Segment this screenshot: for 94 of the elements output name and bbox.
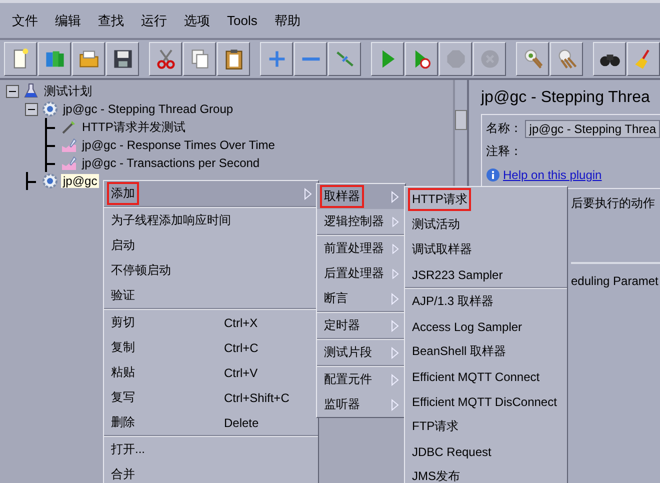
clear-button[interactable] xyxy=(516,42,549,76)
menu-item[interactable]: BeanShell 取样器 xyxy=(405,339,567,364)
menu-bar-item[interactable]: 编辑 xyxy=(55,12,81,30)
tree-node[interactable]: jp@gc - Stepping Thread Group xyxy=(61,102,236,116)
start-no-pause-button[interactable] xyxy=(405,42,438,76)
menu-item[interactable]: 剪切 Ctrl+X xyxy=(104,310,318,335)
submenu-arrow-icon xyxy=(391,374,399,386)
scissors-icon xyxy=(154,48,176,70)
menu-bar-item[interactable]: 帮助 xyxy=(274,12,300,30)
submenu-arrow-icon xyxy=(391,398,399,410)
menu-bar-item[interactable]: 运行 xyxy=(141,12,167,30)
submenu-arrow-icon xyxy=(391,320,399,332)
templates-button[interactable] xyxy=(38,42,71,76)
save-button[interactable] xyxy=(106,42,139,76)
section-title: eduling Paramet xyxy=(571,274,658,288)
menu-item[interactable]: 为子线程添加响应时间 xyxy=(104,208,318,233)
toggle-button[interactable] xyxy=(328,42,361,76)
menu-item[interactable]: 启动 xyxy=(104,233,318,258)
collapse-toggle[interactable] xyxy=(6,84,18,98)
copy-button[interactable] xyxy=(183,42,216,76)
menu-item[interactable]: 验证 xyxy=(104,283,318,308)
menu-item[interactable]: 配置元件 xyxy=(317,367,405,392)
menu-item[interactable]: 不停顿启动 xyxy=(104,258,318,283)
flask-icon xyxy=(23,83,39,99)
name-label: 名称： xyxy=(486,120,523,137)
menu-item[interactable]: FTP请求 xyxy=(405,414,567,439)
new-button[interactable] xyxy=(4,42,37,76)
menu-item[interactable]: 测试活动 xyxy=(405,212,567,237)
tree-node[interactable]: HTTP请求并发测试 xyxy=(80,118,188,136)
tree-node[interactable]: jp@gc - Response Times Over Time xyxy=(80,138,277,152)
menu-item[interactable]: JDBC Request xyxy=(405,439,567,464)
menu-item[interactable]: 监听器 xyxy=(317,392,405,417)
menu-bar-item[interactable]: 文件 xyxy=(12,12,38,30)
menu-item[interactable]: 定时器 xyxy=(317,313,405,338)
search-button[interactable] xyxy=(593,42,626,76)
expand-button[interactable] xyxy=(260,42,293,76)
menu-item[interactable]: 复写 Ctrl+Shift+C xyxy=(104,385,318,410)
cut-button[interactable] xyxy=(149,42,182,76)
menu-item[interactable]: 打开... xyxy=(104,437,318,462)
menu-item[interactable]: 添加 xyxy=(104,181,318,206)
submenu-arrow-icon xyxy=(392,216,399,228)
menu-item[interactable]: Access Log Sampler xyxy=(405,314,567,339)
split-handle[interactable] xyxy=(455,110,467,130)
comment-label: 注释： xyxy=(486,143,523,160)
reset-search-button[interactable] xyxy=(627,42,660,76)
section-title: 后要执行的动作 xyxy=(571,195,655,212)
menu-item[interactable]: 合并 xyxy=(104,462,318,483)
menu-bar-item[interactable]: Tools xyxy=(227,13,258,28)
menu-item[interactable]: JSR223 Sampler xyxy=(405,262,567,287)
menu-item[interactable]: 测试片段 xyxy=(317,340,405,365)
menu-item[interactable]: 取样器 xyxy=(317,184,405,209)
submenu-arrow-icon xyxy=(304,188,312,200)
chart-icon xyxy=(61,155,77,171)
menu-bar-item[interactable]: 选项 xyxy=(184,12,210,30)
clear-all-button[interactable] xyxy=(550,42,583,76)
menu-bar-item[interactable]: 查找 xyxy=(98,12,124,30)
collapse-toggle[interactable] xyxy=(24,102,38,116)
pipette-icon xyxy=(61,119,77,135)
paste-button[interactable] xyxy=(217,42,250,76)
menu-item[interactable]: 前置处理器 xyxy=(317,236,405,261)
gear-icon xyxy=(42,173,58,189)
minus-icon xyxy=(300,57,320,61)
open-button[interactable] xyxy=(72,42,105,76)
submenu-arrow-icon xyxy=(391,346,399,358)
menu-item[interactable]: 复制 Ctrl+C xyxy=(104,335,318,360)
collapse-button[interactable] xyxy=(294,42,327,76)
gear-icon xyxy=(42,101,58,117)
menu-item[interactable]: 粘贴 Ctrl+V xyxy=(104,360,318,385)
menu-item[interactable]: JMS发布 xyxy=(405,464,567,483)
menu-item[interactable]: HTTP请求 xyxy=(405,187,567,212)
submenu-arrow-icon xyxy=(391,190,399,202)
submenu-arrow-icon xyxy=(392,268,399,280)
menu-item[interactable]: 逻辑控制器 xyxy=(317,209,405,234)
tree-node[interactable]: 测试计划 xyxy=(42,82,94,100)
chart-icon xyxy=(61,137,77,153)
menu-item[interactable]: Efficient MQTT DisConnect xyxy=(405,389,567,414)
panel-title: jp@gc - Stepping Threa xyxy=(481,88,651,108)
circle-x-icon xyxy=(478,48,500,70)
info-icon xyxy=(486,168,500,182)
menu-item[interactable]: 删除 Delete xyxy=(104,410,318,435)
submenu-arrow-icon xyxy=(391,292,399,304)
menu-item[interactable]: 后置处理器 xyxy=(317,261,405,286)
stop-sign-icon xyxy=(444,48,466,70)
name-field[interactable]: jp@gc - Stepping Threa xyxy=(525,120,660,138)
tree-node[interactable]: jp@gc - Transactions per Second xyxy=(80,156,262,170)
menu-item[interactable]: 调试取样器 xyxy=(405,237,567,262)
folder-icon xyxy=(78,48,100,70)
help-link[interactable]: Help on this plugin xyxy=(503,168,602,182)
submenu-arrow-icon xyxy=(392,242,399,254)
menu-item[interactable]: 断言 xyxy=(317,286,405,311)
menu-item[interactable]: Efficient MQTT Connect xyxy=(405,364,567,389)
start-button[interactable] xyxy=(371,42,404,76)
tree-node[interactable]: jp@gc xyxy=(61,174,100,188)
menu-item[interactable]: AJP/1.3 取样器 xyxy=(405,289,567,314)
